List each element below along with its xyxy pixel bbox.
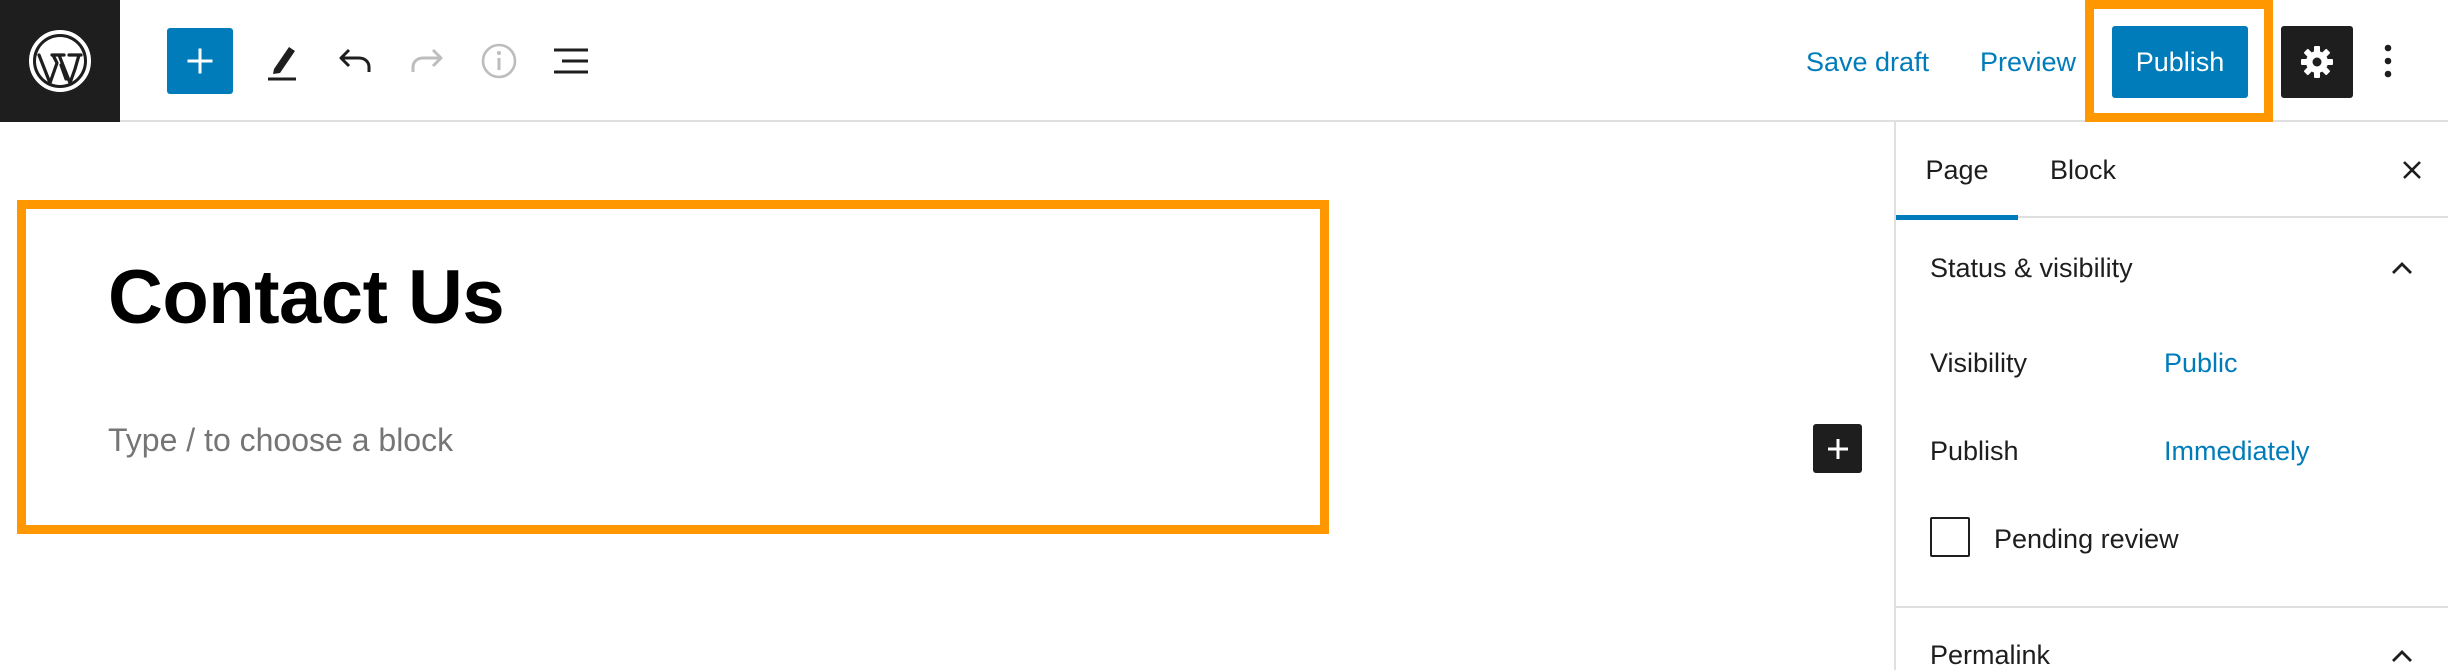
more-options-button[interactable]: [2366, 30, 2410, 92]
sidebar-tabs: Page Block: [1896, 122, 2448, 220]
list-view-button[interactable]: [538, 28, 604, 94]
inline-add-block-button[interactable]: [1813, 424, 1862, 473]
page-title[interactable]: Contact Us: [108, 254, 505, 341]
settings-sidebar: Page Block Status & visibility Visibilit…: [1894, 122, 2448, 670]
permalink-title: Permalink: [1930, 639, 2051, 670]
vertical-ellipsis-icon: [2384, 44, 2392, 78]
tools-button[interactable]: [249, 28, 315, 94]
redo-button[interactable]: [394, 28, 460, 94]
undo-button[interactable]: [322, 28, 388, 94]
visibility-value-button[interactable]: Public: [2164, 348, 2238, 379]
plus-icon: [1827, 438, 1848, 459]
details-button[interactable]: [466, 28, 532, 94]
settings-button[interactable]: [2281, 26, 2353, 98]
permalink-panel-toggle[interactable]: Permalink: [1896, 606, 2448, 670]
publish-button[interactable]: Publish: [2112, 26, 2248, 98]
list-view-icon: [554, 48, 588, 74]
pending-review-label[interactable]: Pending review: [1994, 524, 2179, 555]
publish-date-button[interactable]: Immediately: [2164, 436, 2310, 467]
plus-icon: [187, 48, 213, 74]
editor-canvas: Contact Us Type / to choose a block: [0, 122, 1894, 670]
info-icon: [481, 43, 517, 79]
chevron-up-icon: [2384, 250, 2420, 286]
block-placeholder[interactable]: Type / to choose a block: [108, 422, 453, 459]
status-visibility-title: Status & visibility: [1930, 252, 2133, 283]
close-sidebar-button[interactable]: [2386, 144, 2438, 196]
title-highlight-frame: [17, 200, 1329, 534]
save-draft-button[interactable]: Save draft: [1806, 40, 1929, 84]
pending-review-checkbox[interactable]: [1930, 517, 1970, 557]
gear-icon: [2301, 46, 2333, 78]
add-block-button[interactable]: [167, 28, 233, 94]
tab-block[interactable]: Block: [2050, 122, 2150, 218]
visibility-label: Visibility: [1930, 348, 2028, 378]
status-visibility-panel-toggle[interactable]: Status & visibility: [1896, 220, 2448, 316]
wordpress-logo-icon: [29, 30, 91, 92]
undo-icon: [339, 48, 371, 72]
tab-page[interactable]: Page: [1896, 122, 2018, 220]
close-icon: [2403, 161, 2421, 179]
editor-header: Save draft Preview Publish: [0, 0, 2448, 122]
wordpress-logo-button[interactable]: [0, 0, 120, 122]
preview-button[interactable]: Preview: [1980, 40, 2076, 84]
pencil-icon: [268, 47, 296, 81]
chevron-up-icon: [2384, 638, 2420, 670]
redo-icon: [411, 48, 443, 72]
publish-label: Publish: [1930, 436, 2019, 466]
